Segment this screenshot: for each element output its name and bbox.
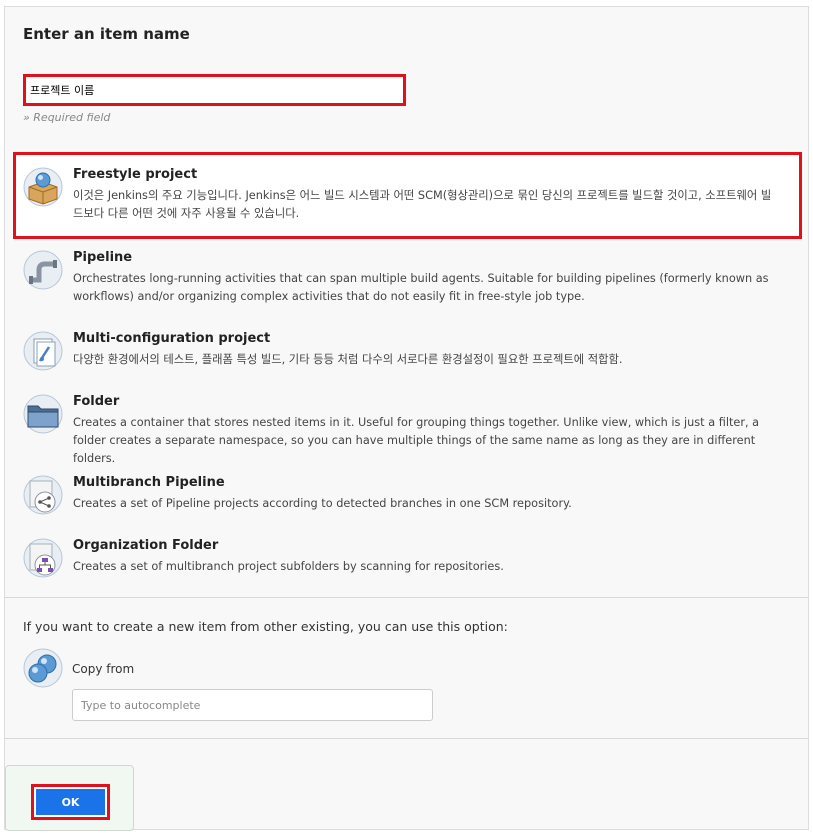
- item-title: Multibranch Pipeline: [73, 475, 225, 490]
- item-name-input[interactable]: [28, 79, 401, 101]
- item-description: 다양한 환경에서의 테스트, 플래폼 특성 빌드, 기타 등등 처럼 다수의 서…: [73, 353, 623, 366]
- item-type-multi-configuration-project[interactable]: Multi-configuration project 다양한 환경에서의 테스…: [23, 331, 783, 375]
- item-title: Freestyle project: [73, 167, 198, 182]
- page-title: Enter an item name: [23, 25, 190, 43]
- section-divider: [5, 597, 808, 598]
- multi-configuration-icon: [23, 331, 63, 371]
- item-type-folder[interactable]: Folder Creates a container that stores n…: [23, 394, 783, 465]
- ok-button[interactable]: OK: [36, 789, 105, 815]
- item-description: 이것은 Jenkins의 주요 기능입니다. Jenkins은 어느 빌드 시스…: [73, 189, 772, 220]
- item-title: Organization Folder: [73, 538, 219, 553]
- item-title: Multi-configuration project: [73, 331, 271, 346]
- footer-button-bar: OK: [5, 765, 134, 831]
- item-title: Pipeline: [73, 250, 133, 265]
- item-type-multibranch-pipeline[interactable]: Multibranch Pipeline Creates a set of Pi…: [23, 475, 783, 519]
- item-type-pipeline[interactable]: Pipeline Orchestrates long-running activ…: [23, 250, 783, 310]
- item-type-organization-folder[interactable]: Organization Folder Creates a set of mul…: [23, 538, 783, 582]
- required-field-hint: » Required field: [23, 111, 111, 124]
- organization-folder-icon: [23, 538, 63, 578]
- ok-button-frame: OK: [31, 784, 110, 820]
- multibranch-pipeline-icon: [23, 475, 63, 515]
- copy-from-description: If you want to create a new item from ot…: [23, 619, 508, 634]
- copy-from-input[interactable]: [72, 689, 433, 721]
- copy-item-icon: [23, 648, 63, 688]
- pipeline-icon: [23, 250, 63, 290]
- item-title: Folder: [73, 394, 120, 409]
- item-description: Orchestrates long-running activities tha…: [73, 272, 769, 303]
- freestyle-project-icon: [23, 167, 63, 207]
- item-description: Creates a set of multibranch project sub…: [73, 560, 504, 573]
- copy-from-label: Copy from: [72, 662, 135, 676]
- folder-icon: [23, 394, 63, 434]
- item-description: Creates a container that stores nested i…: [73, 416, 760, 465]
- item-description: Creates a set of Pipeline projects accor…: [73, 497, 572, 510]
- item-type-freestyle-project[interactable]: Freestyle project 이것은 Jenkins의 주요 기능입니다.…: [23, 167, 783, 227]
- section-divider: [5, 738, 808, 739]
- new-item-panel: Enter an item name » Required field Free…: [4, 6, 809, 831]
- item-name-field-frame: [23, 74, 406, 106]
